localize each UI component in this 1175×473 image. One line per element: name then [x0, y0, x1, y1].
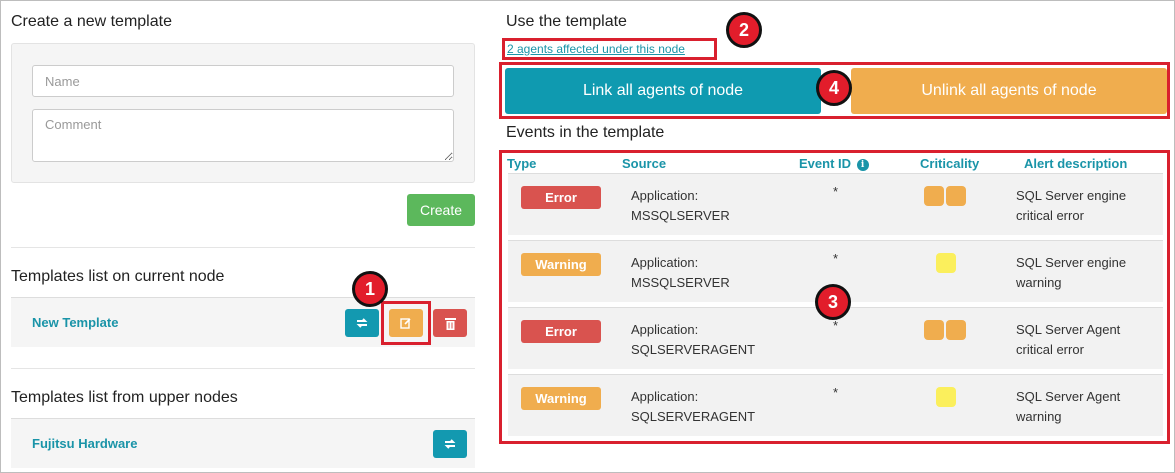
template-row: Fujitsu Hardware [11, 418, 475, 468]
template-name-link[interactable]: New Template [32, 315, 118, 330]
callout-badge-1: 1 [352, 271, 388, 307]
sync-icon [356, 318, 368, 328]
delete-template-button[interactable] [433, 309, 467, 337]
callout-badge-2: 2 [726, 12, 762, 48]
create-template-panel [11, 43, 475, 183]
current-node-templates-title: Templates list on current node [11, 268, 225, 285]
use-template-title: Use the template [506, 13, 627, 30]
callout-badge-3: 3 [815, 284, 851, 320]
sync-template-button[interactable] [345, 309, 379, 337]
sync-template-button[interactable] [433, 430, 467, 458]
callout-badge-4: 4 [816, 70, 852, 106]
template-name-link[interactable]: Fujitsu Hardware [32, 436, 137, 451]
sync-icon [444, 439, 456, 449]
template-name-input[interactable] [32, 65, 454, 97]
divider [11, 368, 475, 369]
template-comment-input[interactable] [32, 109, 454, 162]
create-template-title: Create a new template [11, 13, 172, 30]
divider [11, 247, 475, 248]
upper-nodes-templates-title: Templates list from upper nodes [11, 389, 238, 406]
create-button[interactable]: Create [407, 194, 475, 226]
callout-box-2 [502, 38, 717, 60]
events-title: Events in the template [506, 124, 665, 141]
callout-box-1 [381, 301, 431, 345]
trash-icon [444, 317, 456, 330]
